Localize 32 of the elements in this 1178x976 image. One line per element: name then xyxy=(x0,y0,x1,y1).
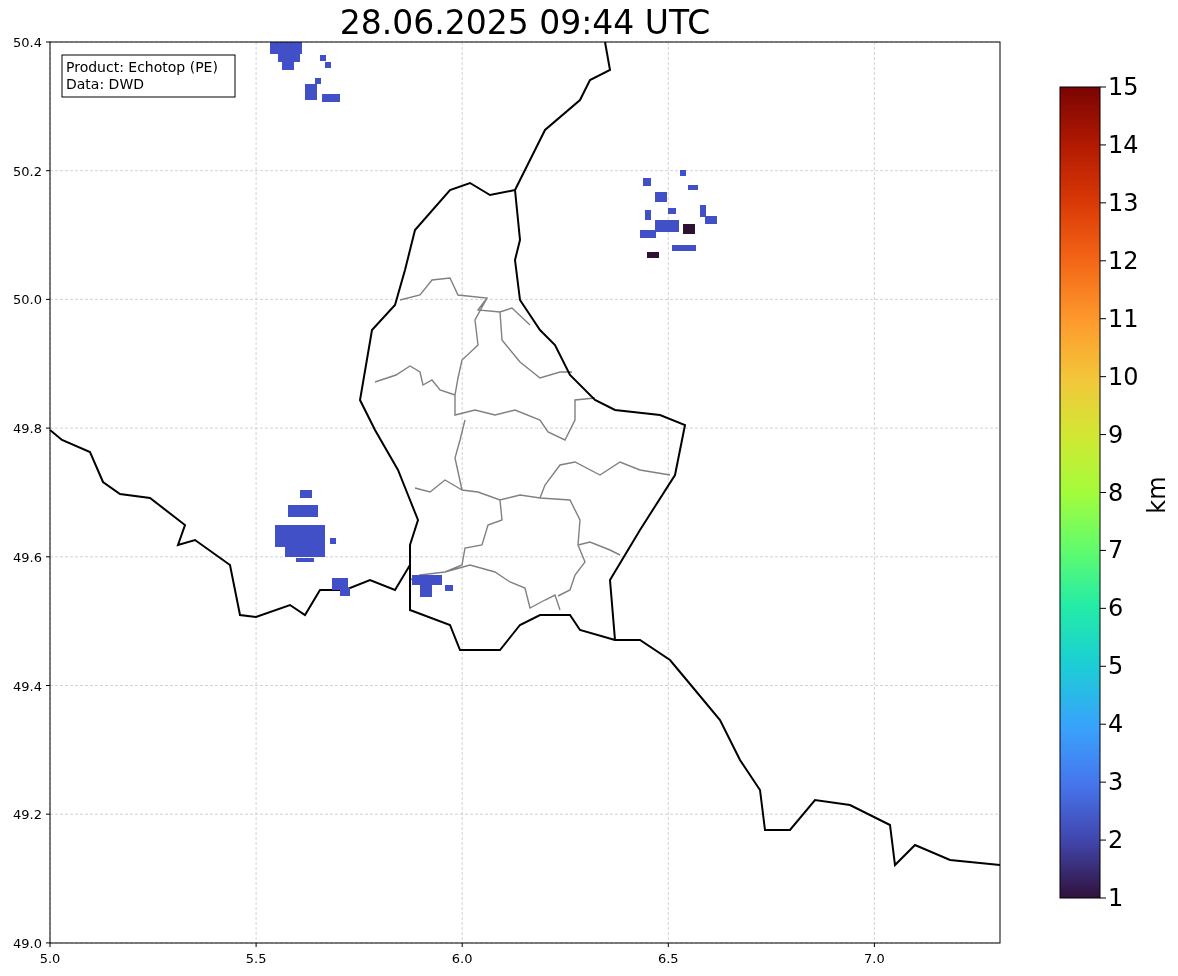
y-tick-label: 50.0 xyxy=(13,292,42,308)
y-tick-label: 49.8 xyxy=(13,421,42,437)
y-tick-label: 49.6 xyxy=(13,549,42,565)
y-tick-label: 50.2 xyxy=(13,163,42,179)
colorbar-tick-label: 6 xyxy=(1108,594,1124,623)
plot-title: 28.06.2025 09:44 UTC xyxy=(339,3,711,42)
colorbar-tick-label: 7 xyxy=(1108,536,1124,565)
colorbar-tick-label: 2 xyxy=(1108,826,1124,855)
x-tick-label: 5.5 xyxy=(245,951,267,966)
colorbar-tick-label: 15 xyxy=(1108,73,1139,101)
colorbar-tick-label: 12 xyxy=(1108,246,1139,275)
colorbar-tick-label: 1 xyxy=(1108,884,1124,912)
y-tick-label: 49.0 xyxy=(13,935,42,951)
colorbar-label: km xyxy=(1143,476,1171,514)
x-tick-label: 5.0 xyxy=(39,951,61,966)
y-tick-label: 50.4 xyxy=(13,35,42,50)
colorbar-tick-label: 11 xyxy=(1108,304,1139,333)
colorbar-tick-label: 10 xyxy=(1108,362,1139,391)
x-tick-label: 6.0 xyxy=(451,951,473,966)
colorbar-tick-label: 14 xyxy=(1108,130,1139,159)
colorbar-tick-label: 13 xyxy=(1108,188,1139,217)
colorbar-tick-label: 5 xyxy=(1108,652,1124,681)
y-tick-label: 49.4 xyxy=(13,678,42,694)
colorbar-tick-label: 8 xyxy=(1108,478,1124,507)
colorbar-tick-label: 3 xyxy=(1108,768,1124,797)
y-tick-label: 49.2 xyxy=(13,807,42,823)
x-tick-label: 6.5 xyxy=(657,951,679,966)
x-tick-label: 7.0 xyxy=(864,951,885,966)
colorbar-tick-label: 9 xyxy=(1108,420,1124,449)
colorbar-tick-label: 4 xyxy=(1108,710,1124,739)
info-text: Product: Echotop (PE) xyxy=(66,59,218,75)
info-text: Data: DWD xyxy=(66,76,144,92)
